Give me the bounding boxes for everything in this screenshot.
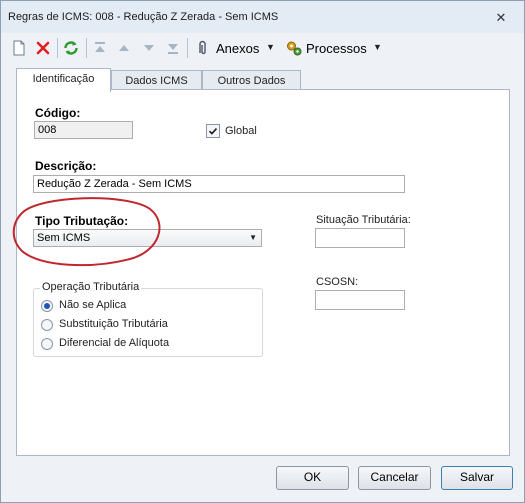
radio-diferencial-aliquota[interactable] — [41, 338, 53, 350]
toolbar: Anexos ▼ Processos ▼ — [1, 33, 524, 63]
title-bar[interactable]: Regras de ICMS: 008 - Redução Z Zerada -… — [1, 1, 524, 33]
annotation-ellipse — [12, 197, 161, 267]
descricao-label: Descrição: — [35, 159, 97, 173]
anexos-menu-label[interactable]: Anexos — [216, 41, 259, 56]
tab-panel — [16, 89, 510, 456]
descricao-field[interactable]: Redução Z Zerada - Sem ICMS — [33, 175, 405, 193]
situacao-tributaria-label: Situação Tributária: — [316, 214, 411, 226]
processos-menu-label[interactable]: Processos — [306, 41, 367, 56]
save-button[interactable]: Salvar — [441, 466, 513, 490]
situacao-tributaria-field[interactable] — [315, 228, 405, 248]
dropdown-arrow-icon: ▼ — [249, 233, 257, 242]
processos-chevron-down-icon[interactable]: ▼ — [373, 42, 382, 52]
radio-nao-se-aplica-label: Não se Aplica — [59, 299, 127, 311]
csosn-label: CSOSN: — [316, 276, 359, 288]
close-button[interactable]: ✕ — [493, 10, 509, 26]
codigo-label: Código: — [35, 106, 81, 120]
first-icon[interactable] — [91, 39, 109, 57]
codigo-field[interactable]: 008 — [34, 121, 133, 139]
radio-nao-se-aplica[interactable] — [41, 300, 53, 312]
toolbar-separator — [187, 38, 188, 58]
new-icon[interactable] — [10, 39, 28, 57]
toolbar-separator — [86, 38, 87, 58]
global-label: Global — [225, 125, 257, 137]
paperclip-icon[interactable] — [194, 39, 212, 57]
radio-substituicao-tributaria[interactable] — [41, 319, 53, 331]
ok-button[interactable]: OK — [276, 466, 349, 490]
csosn-field[interactable] — [315, 290, 405, 310]
cancel-button[interactable]: Cancelar — [358, 466, 431, 490]
operacao-tributaria-label: Operação Tributária — [40, 281, 142, 293]
anexos-chevron-down-icon[interactable]: ▼ — [266, 42, 275, 52]
dialog-window: Regras de ICMS: 008 - Redução Z Zerada -… — [0, 0, 525, 503]
checkmark-icon — [208, 128, 218, 135]
refresh-icon[interactable] — [62, 39, 80, 57]
tab-identificacao[interactable]: Identificação — [16, 68, 111, 92]
global-checkbox[interactable] — [206, 124, 220, 138]
window-title: Regras de ICMS: 008 - Redução Z Zerada -… — [8, 11, 279, 23]
gears-icon[interactable] — [285, 39, 303, 57]
radio-diferencial-aliquota-label: Diferencial de Alíquota — [59, 337, 170, 349]
toolbar-separator — [57, 38, 58, 58]
prev-icon[interactable] — [115, 39, 133, 57]
next-icon[interactable] — [140, 39, 158, 57]
radio-substituicao-tributaria-label: Substituição Tributária — [59, 318, 168, 330]
last-icon[interactable] — [164, 39, 182, 57]
delete-icon[interactable] — [34, 39, 52, 57]
